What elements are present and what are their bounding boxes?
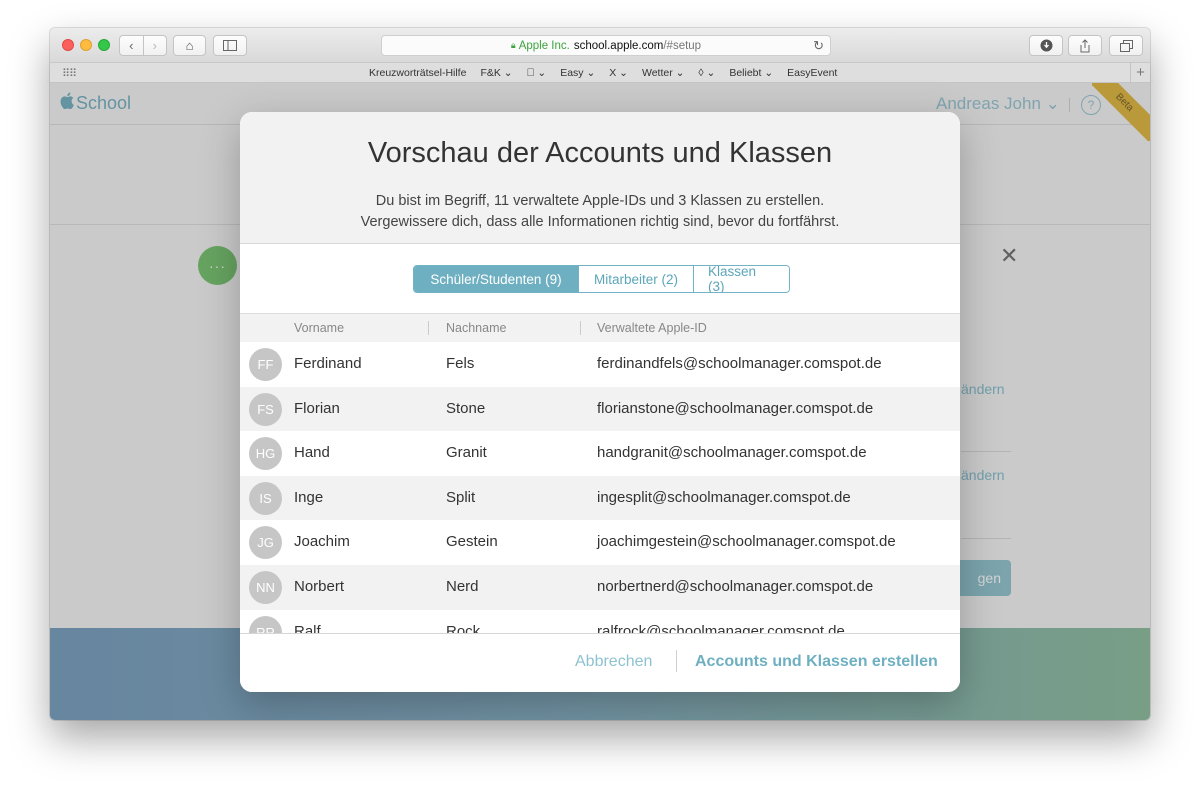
- forward-icon[interactable]: ›: [142, 36, 167, 55]
- last-name: Rock: [446, 622, 481, 633]
- bookmark-item[interactable]: ◊ ⌄: [698, 67, 715, 79]
- tabs-overview-icon[interactable]: [1109, 35, 1143, 56]
- category-tabs: Schüler/Studenten (9) Mitarbeiter (2) Kl…: [413, 265, 790, 293]
- url-path: /#setup: [663, 39, 702, 52]
- table-row[interactable]: NN Norbert Nerd norbertnerd@schoolmanage…: [240, 565, 960, 610]
- tab-students[interactable]: Schüler/Studenten (9): [414, 266, 578, 292]
- column-header-lastname[interactable]: Nachname: [446, 321, 506, 335]
- last-name: Split: [446, 488, 476, 506]
- table-row[interactable]: IS Inge Split ingesplit@schoolmanager.co…: [240, 475, 960, 521]
- table-header: Vorname Nachname Verwaltete Apple-ID: [240, 313, 960, 342]
- avatar: HG: [249, 437, 282, 471]
- last-name: Nerd: [446, 578, 479, 595]
- sidebar-icon[interactable]: [213, 35, 247, 56]
- tab-classes[interactable]: Klassen (3): [693, 266, 789, 292]
- dialog-footer: Abbrechen Accounts und Klassen erstellen: [240, 633, 960, 692]
- column-header-firstname[interactable]: Vorname: [294, 321, 344, 335]
- bookmark-item[interactable]: EasyEvent: [787, 67, 837, 79]
- tab-staff[interactable]: Mitarbeiter (2): [578, 266, 693, 292]
- close-window-button[interactable]: [62, 39, 74, 51]
- bookmark-item[interactable]: Easy ⌄: [560, 67, 595, 79]
- home-icon[interactable]: ⌂: [173, 35, 206, 56]
- last-name: Fels: [446, 355, 475, 372]
- history-nav: ‹ ›: [119, 35, 167, 56]
- apple-id: ingesplit@schoolmanager.comspot.de: [597, 488, 851, 506]
- avatar: RR: [249, 615, 282, 633]
- bookmark-item[interactable]:  ⌄: [527, 67, 547, 79]
- table-row[interactable]: RR Ralf Rock ralfrock@schoolmanager.coms…: [240, 610, 960, 633]
- top-sites-icon[interactable]: ⠿⠿: [62, 67, 77, 80]
- footer-divider: [676, 650, 677, 672]
- last-name: Gestein: [446, 533, 498, 551]
- apple-id: ralfrock@schoolmanager.comspot.de: [597, 622, 845, 633]
- table-row[interactable]: JG Joachim Gestein joachimgestein@school…: [240, 520, 960, 565]
- back-icon[interactable]: ‹: [120, 36, 143, 55]
- cancel-button[interactable]: Abbrechen: [575, 653, 652, 671]
- bookmarks-bar: ⠿⠿ Kreuzworträtsel-Hilfe F&K ⌄  ⌄ Easy …: [50, 62, 1150, 83]
- preview-dialog: Vorschau der Accounts und Klassen Du bis…: [240, 112, 960, 692]
- column-header-apple-id[interactable]: Verwaltete Apple-ID: [597, 321, 707, 335]
- last-name: Stone: [446, 399, 486, 417]
- address-bar[interactable]: 🔒︎ Apple Inc. school.apple.com /#setup ↻: [381, 35, 831, 56]
- first-name: Ralf: [294, 622, 321, 633]
- first-name: Hand: [294, 444, 330, 462]
- dialog-title: Vorschau der Accounts und Klassen: [367, 137, 833, 169]
- apple-id: handgranit@schoolmanager.comspot.de: [597, 444, 867, 462]
- share-icon[interactable]: [1068, 35, 1102, 56]
- browser-window: ‹ › ⌂ 🔒︎ Apple Inc. school.apple.com /#s…: [50, 28, 1150, 720]
- avatar: IS: [249, 481, 282, 515]
- bookmark-item[interactable]: Beliebt ⌄: [729, 67, 773, 79]
- bookmark-item[interactable]: F&K ⌄: [480, 67, 512, 79]
- dialog-header: Vorschau der Accounts und Klassen Du bis…: [240, 112, 960, 244]
- apple-id: joachimgestein@schoolmanager.comspot.de: [597, 533, 896, 551]
- create-accounts-button[interactable]: Accounts und Klassen erstellen: [695, 653, 938, 671]
- url-domain: school.apple.com: [573, 39, 664, 52]
- zoom-window-button[interactable]: [98, 39, 110, 51]
- lock-icon: 🔒︎: [510, 40, 516, 50]
- bookmark-item[interactable]: Wetter ⌄: [642, 67, 684, 79]
- bookmark-item[interactable]: X ⌄: [609, 67, 628, 79]
- first-name: Florian: [294, 399, 340, 417]
- url-org: Apple Inc.: [518, 39, 570, 52]
- table-row[interactable]: FS Florian Stone florianstone@schoolmana…: [240, 386, 960, 432]
- accounts-table: FF Ferdinand Fels ferdinandfels@schoolma…: [240, 342, 960, 633]
- subtitle-line: Vergewissere dich, dass alle Information…: [360, 214, 840, 230]
- apple-id: ferdinandfels@schoolmanager.comspot.de: [597, 355, 882, 372]
- avatar: JG: [249, 526, 282, 560]
- avatar: NN: [249, 571, 282, 604]
- reload-icon[interactable]: ↻: [813, 38, 824, 54]
- browser-toolbar: ‹ › ⌂ 🔒︎ Apple Inc. school.apple.com /#s…: [50, 28, 1150, 62]
- avatar: FS: [249, 392, 282, 426]
- avatar: FF: [249, 348, 282, 381]
- first-name: Ferdinand: [294, 355, 362, 372]
- column-divider: [428, 321, 429, 335]
- bookmark-items: Kreuzworträtsel-Hilfe F&K ⌄  ⌄ Easy ⌄ X…: [369, 63, 837, 82]
- table-row[interactable]: HG Hand Granit handgranit@schoolmanager.…: [240, 431, 960, 476]
- apple-id: florianstone@schoolmanager.comspot.de: [597, 399, 874, 417]
- new-tab-icon[interactable]: +: [1130, 62, 1150, 82]
- dialog-subtitle: Du bist im Begriff, 11 verwaltete Apple-…: [240, 191, 960, 233]
- minimize-window-button[interactable]: [80, 39, 92, 51]
- first-name: Joachim: [294, 533, 350, 551]
- last-name: Granit: [446, 444, 487, 462]
- bookmark-item[interactable]: Kreuzworträtsel-Hilfe: [369, 67, 466, 79]
- apple-id: norbertnerd@schoolmanager.comspot.de: [597, 578, 874, 595]
- downloads-icon[interactable]: [1029, 35, 1063, 56]
- first-name: Norbert: [294, 578, 345, 595]
- column-divider: [580, 321, 581, 335]
- subtitle-line: Du bist im Begriff, 11 verwaltete Apple-…: [375, 193, 825, 209]
- table-row[interactable]: FF Ferdinand Fels ferdinandfels@schoolma…: [240, 342, 960, 387]
- first-name: Inge: [294, 488, 324, 506]
